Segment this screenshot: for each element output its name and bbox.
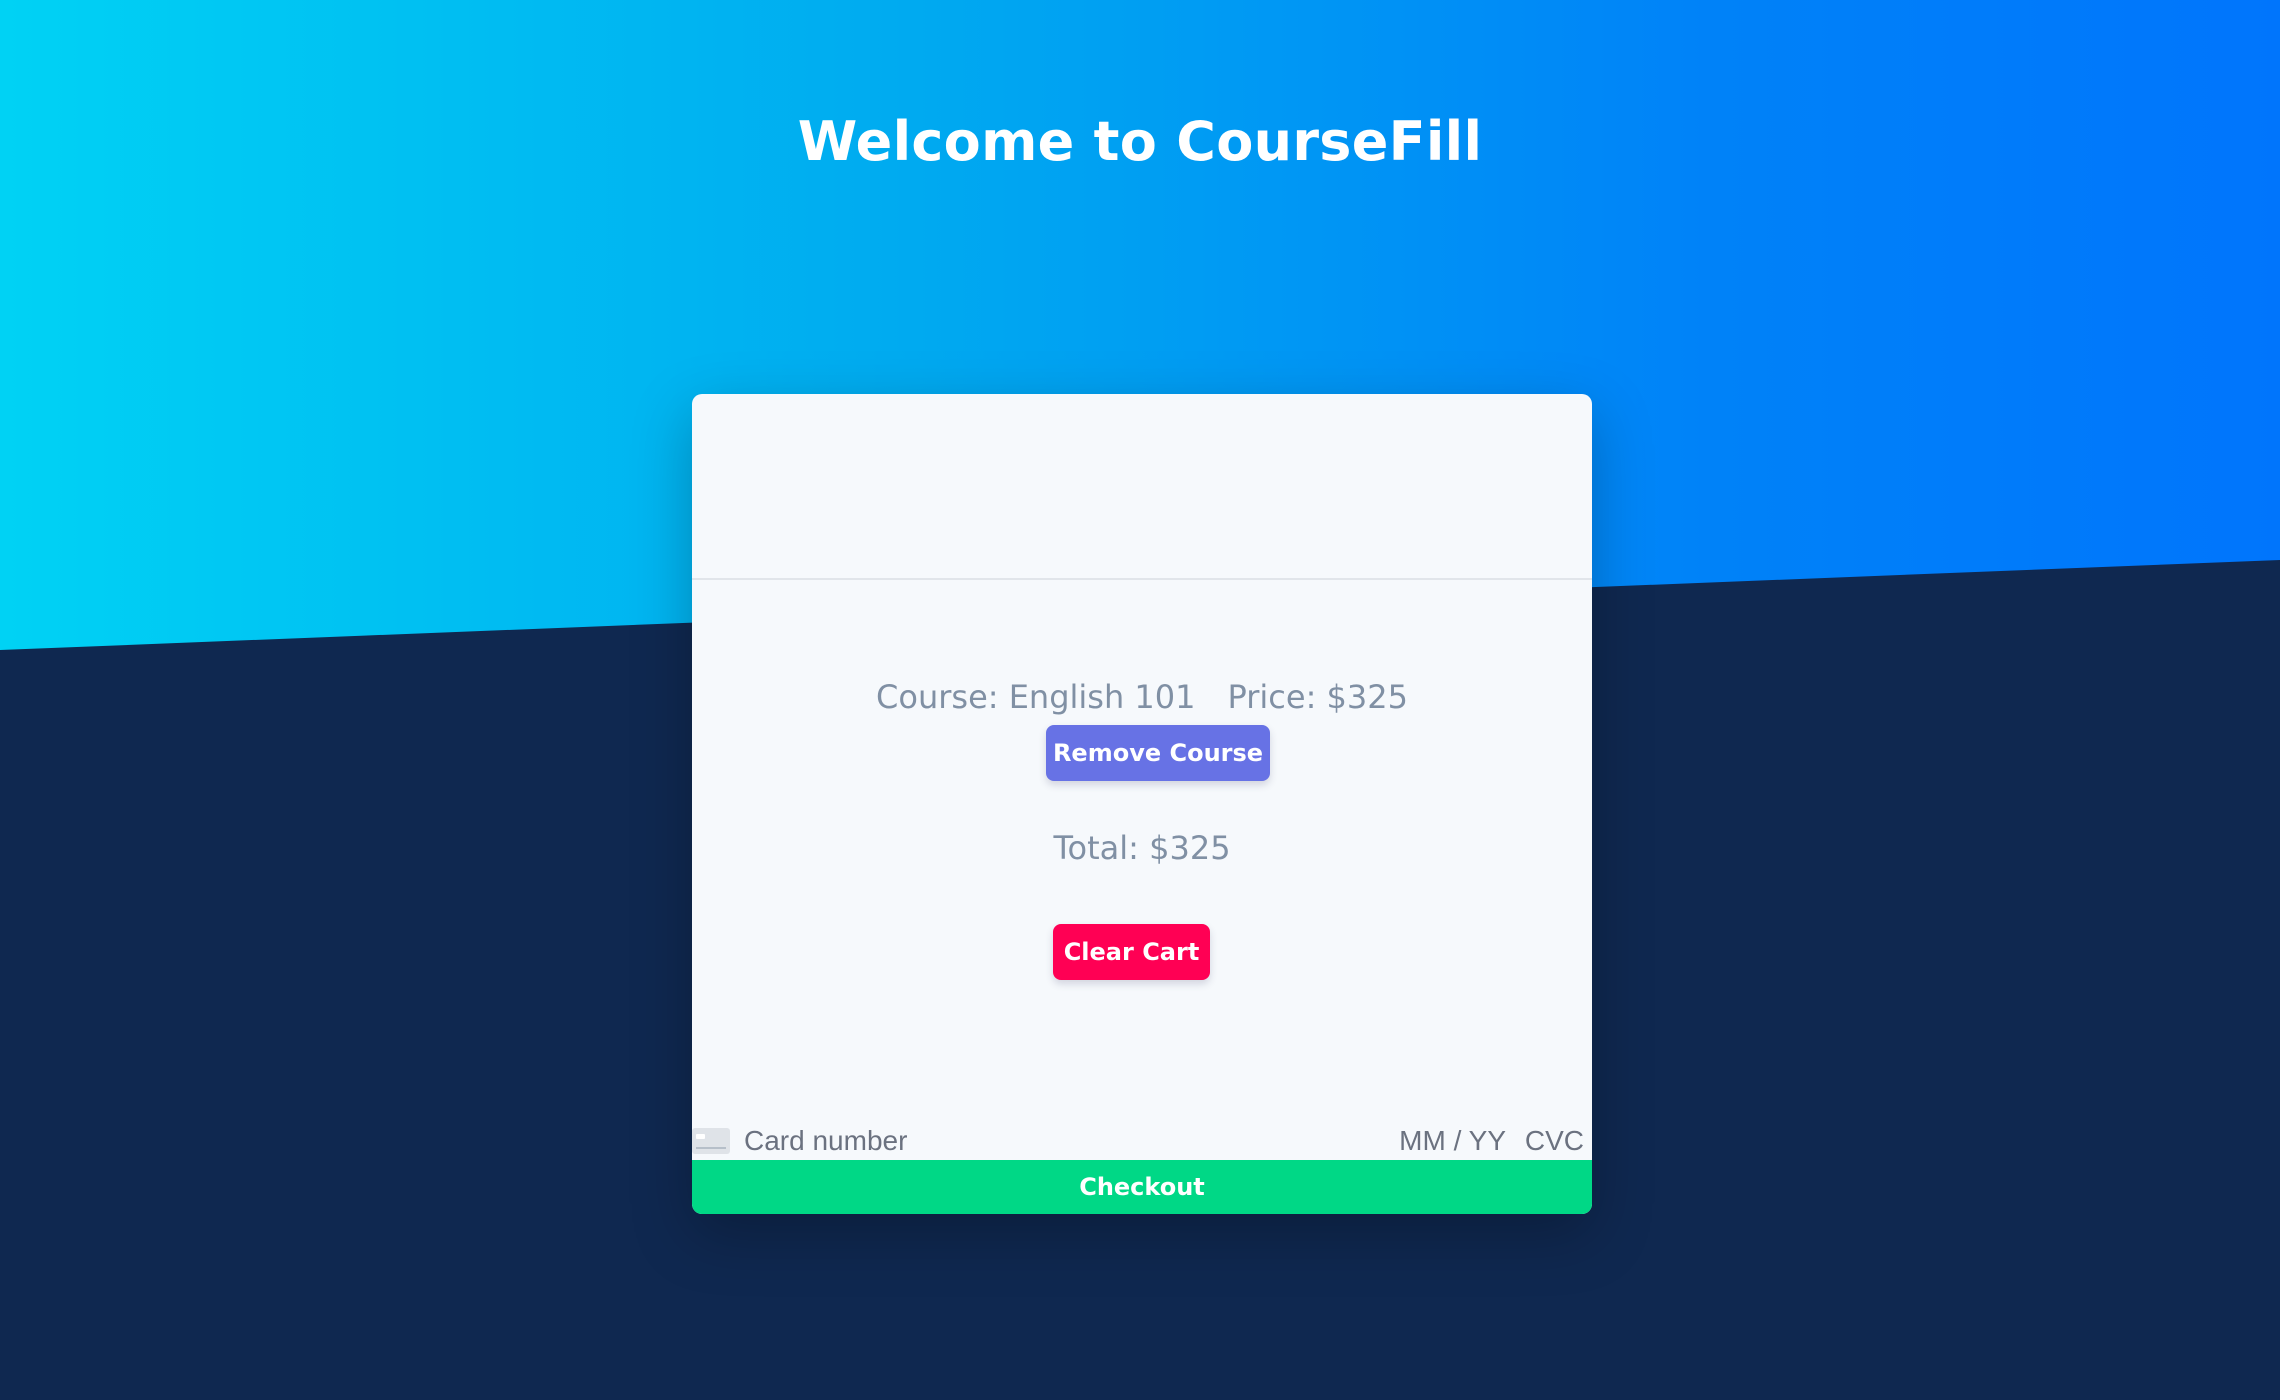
credit-card-icon <box>692 1128 730 1154</box>
card-element <box>692 1116 1592 1166</box>
card-number-input[interactable] <box>744 1120 1304 1162</box>
page: Welcome to CourseFill Course: English 10… <box>0 0 2280 1400</box>
cart-total: Total: $325 <box>1053 829 1231 867</box>
checkout-button[interactable]: Checkout <box>692 1160 1592 1214</box>
remove-course-button[interactable]: Remove Course <box>1046 725 1270 781</box>
card-cvc-input[interactable] <box>1512 1120 1584 1162</box>
card-header-area <box>692 394 1592 580</box>
cart-item: Course: English 101 Price: $325 <box>692 678 1592 716</box>
page-title: Welcome to CourseFill <box>797 110 1483 173</box>
checkout-card: Course: English 101 Price: $325 Remove Co… <box>692 394 1592 1214</box>
clear-cart-button[interactable]: Clear Cart <box>1053 924 1210 980</box>
course-name: Course: English 101 <box>876 678 1196 716</box>
course-price: Price: $325 <box>1227 678 1408 716</box>
card-expiry-input[interactable] <box>1388 1120 1506 1162</box>
